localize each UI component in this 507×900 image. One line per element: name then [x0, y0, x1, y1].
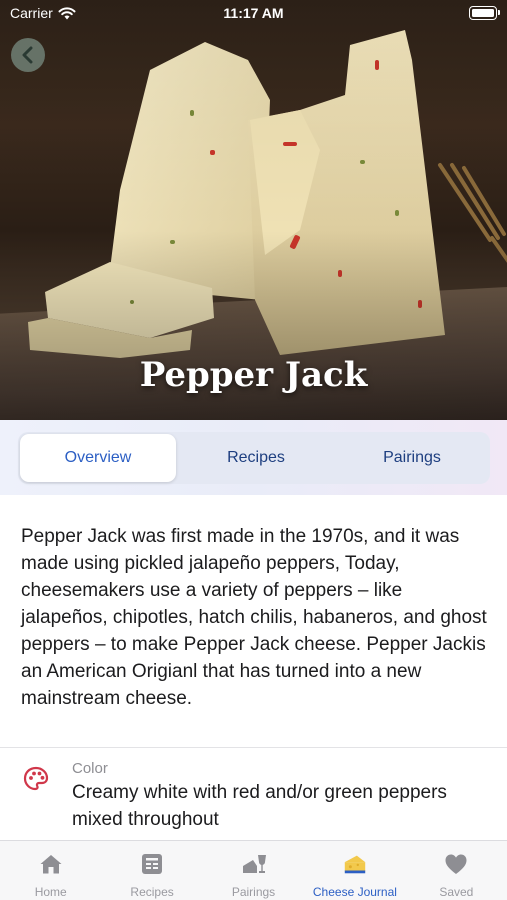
tabbar-item-saved[interactable]: Saved — [406, 841, 507, 900]
property-value: Creamy white with red and/or green peppe… — [72, 782, 447, 830]
status-bar: Carrier 11:17 AM — [0, 0, 507, 28]
tabbar-label: Saved — [439, 885, 474, 899]
tabbar-item-home[interactable]: Home — [0, 841, 101, 900]
segmented-control: Overview Recipes Pairings — [18, 432, 490, 484]
recipe-card-icon — [139, 852, 165, 876]
tabbar-label: Home — [34, 885, 67, 899]
tabbar-item-pairings[interactable]: Pairings — [203, 841, 304, 900]
cheese-wine-icon — [241, 852, 267, 876]
tabbar-item-cheese-journal[interactable]: Cheese Journal — [304, 841, 405, 900]
cheese-journal-icon — [342, 852, 368, 876]
battery-icon — [469, 6, 500, 20]
cheese-description: Pepper Jack was first made in the 1970s,… — [21, 526, 487, 709]
heart-icon — [443, 852, 469, 876]
chevron-left-icon — [22, 46, 33, 64]
tabbar-label: Cheese Journal — [312, 885, 397, 899]
back-button[interactable] — [11, 38, 45, 72]
tabbar-item-recipes[interactable]: Recipes — [101, 841, 202, 900]
clock: 11:17 AM — [223, 5, 284, 21]
divider — [0, 747, 507, 748]
house-icon — [38, 852, 64, 876]
bottom-tab-bar: Home Recipes Pairings Cheese Journal Sav… — [0, 840, 507, 900]
tabbar-label: Pairings — [231, 885, 276, 899]
palette-icon — [23, 766, 49, 791]
cheese-title: Pepper Jack — [139, 355, 368, 395]
tab-overview[interactable]: Overview — [20, 434, 176, 482]
tab-recipes[interactable]: Recipes — [178, 432, 334, 484]
tab-pairings[interactable]: Pairings — [334, 432, 490, 484]
property-label: Color — [72, 760, 108, 777]
segment-bar: Overview Recipes Pairings — [0, 420, 507, 495]
tabbar-label: Recipes — [130, 885, 174, 899]
